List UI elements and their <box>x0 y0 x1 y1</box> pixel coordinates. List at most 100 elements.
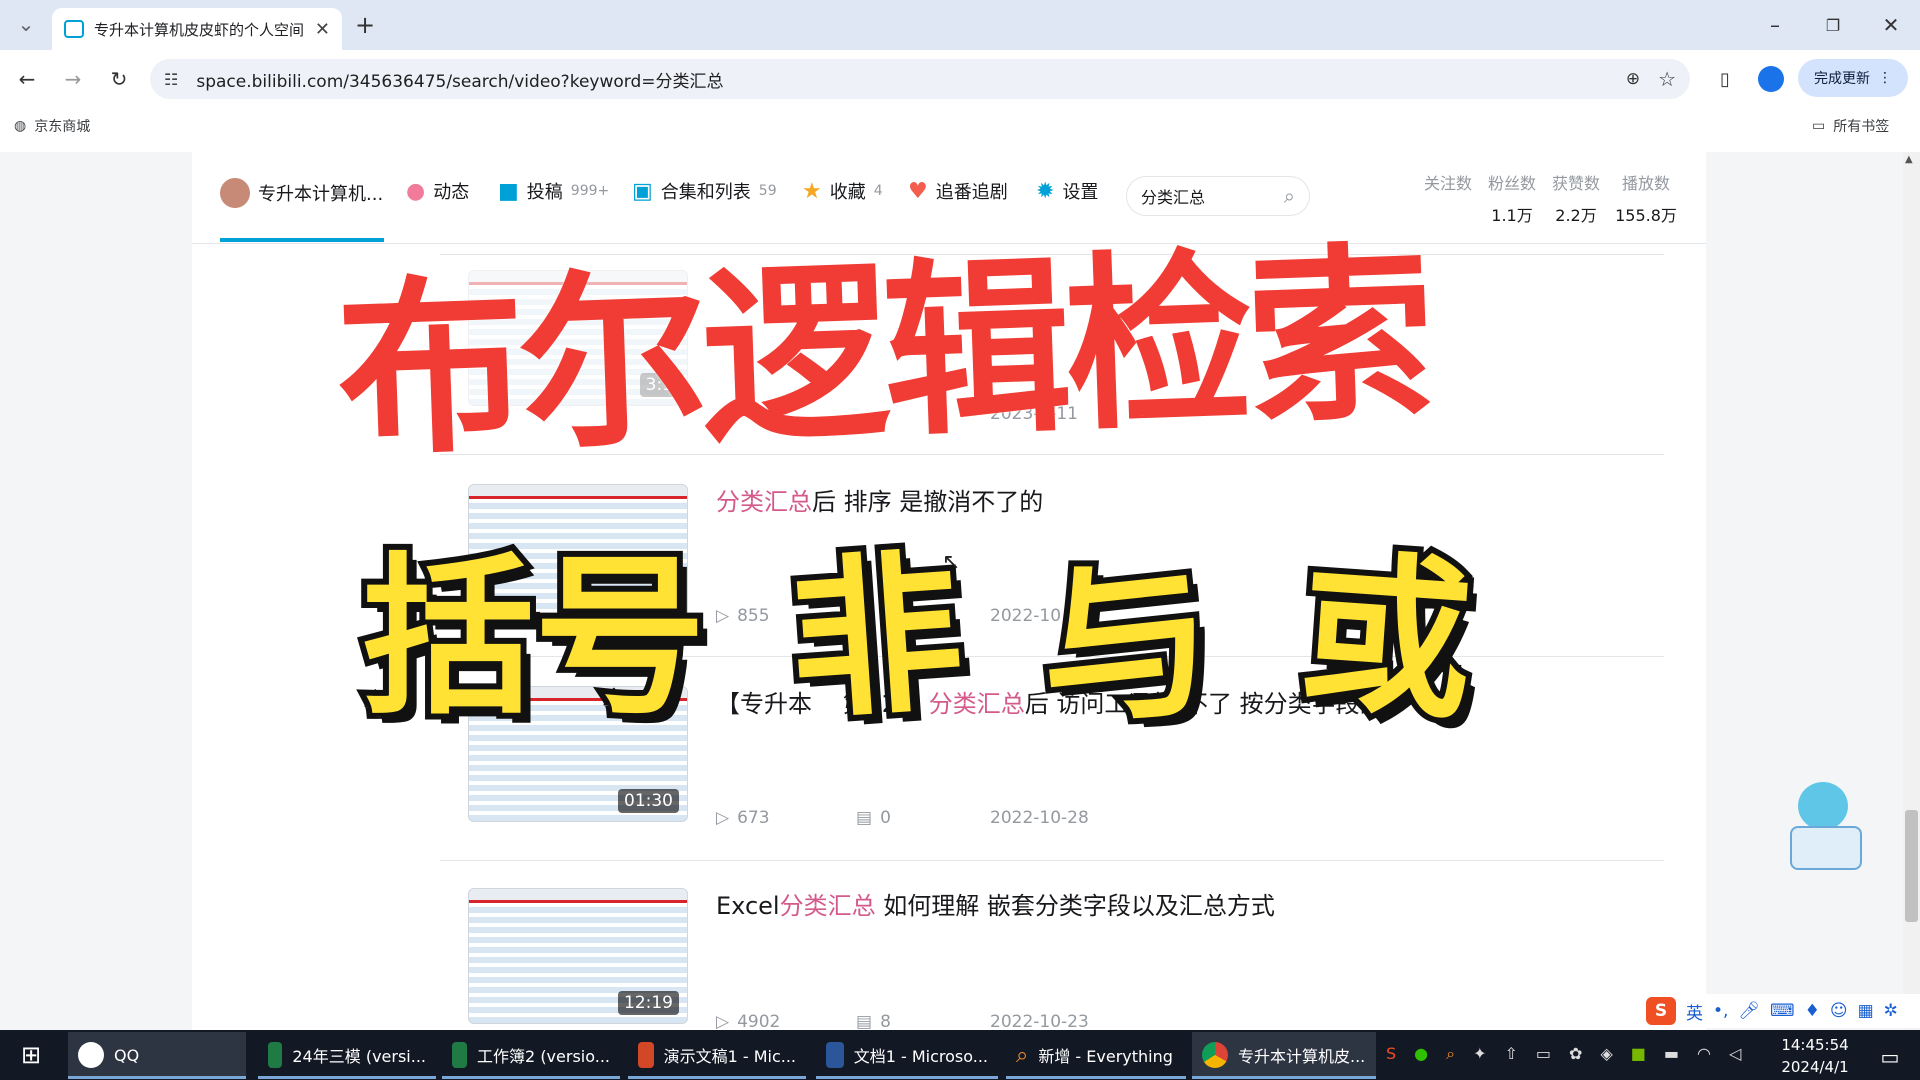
microphone-icon[interactable]: 🎤︎ <box>1738 1001 1760 1021</box>
video-date: 2022-10-28 <box>990 808 1089 828</box>
video-duration: 01:30 <box>618 789 679 813</box>
back-icon[interactable]: ← <box>12 64 42 94</box>
stat-likes[interactable]: 获赞数 2.2万 <box>1546 170 1606 226</box>
bookmarks-bar <box>0 106 1920 144</box>
chat-icon[interactable]: ☺︎ <box>1830 1001 1848 1021</box>
all-bookmarks[interactable]: ▭ 所有书签 <box>1812 116 1889 136</box>
shield-icon[interactable]: ◈ <box>1600 1044 1612 1064</box>
taskbar-item-qq[interactable]: QQ <box>68 1032 246 1078</box>
bookmark-label: 京东商城 <box>34 119 91 135</box>
video-title[interactable]: Excel分类汇总 如何理解 嵌套分类字段以及汇总方式 <box>716 886 1275 921</box>
battery-icon[interactable]: ▬ <box>1664 1044 1679 1064</box>
chrome-icon <box>1202 1042 1228 1068</box>
nav-collection-label: 合集和列表 <box>660 182 751 203</box>
profile-avatar[interactable] <box>1758 66 1784 92</box>
title-prefix: Excel <box>716 892 780 920</box>
wechat-icon[interactable]: ● <box>1414 1044 1428 1064</box>
plays-count: 673 <box>737 808 770 828</box>
video-thumbnail[interactable]: 12:19 <box>468 888 688 1024</box>
clock-date: 2024/4/1 <box>1781 1058 1849 1076</box>
nav-home[interactable]: 专升本计算机... <box>220 178 383 208</box>
minimize-icon[interactable]: – <box>1760 10 1790 40</box>
scrollbar-thumb[interactable] <box>1905 810 1918 922</box>
nvidia-icon[interactable]: ■ <box>1631 1044 1646 1064</box>
stat-label: 播放数 <box>1621 174 1670 193</box>
reload-icon[interactable]: ↻ <box>104 64 134 94</box>
windows-icon: ⊞ <box>20 1041 42 1069</box>
scroll-up-arrow-icon[interactable]: ▲ <box>1905 154 1913 165</box>
taskbar-item-powerpoint[interactable]: 演示文稿1 - Mic... <box>628 1032 806 1078</box>
video-title[interactable]: 分类汇总后 排序 是撤消不了的 <box>716 482 1043 517</box>
tab-search-icon[interactable]: ⌄ <box>12 10 40 38</box>
skin-icon[interactable]: ♦ <box>1805 1001 1820 1021</box>
bookmark-jd[interactable]: ◍ 京东商城 <box>14 116 90 136</box>
active-indicator <box>1192 1076 1376 1079</box>
taskbar-item-chrome[interactable]: 专升本计算机皮... <box>1192 1032 1376 1078</box>
taskbar-item-everything[interactable]: ⌕ 新增 - Everything <box>1006 1032 1186 1078</box>
site-info-icon[interactable]: ☷ <box>164 70 178 89</box>
window-close-icon[interactable]: ✕ <box>1876 10 1906 40</box>
video-plays: ▷ 4902 <box>716 1012 780 1032</box>
taskbar-label: 演示文稿1 - Mic... <box>663 1047 796 1066</box>
list-divider <box>440 860 1664 861</box>
notification-icon[interactable]: ▭ <box>1870 1040 1910 1074</box>
ime-toolbar[interactable]: S 英 •, 🎤︎ ⌨︎ ♦ ☺︎ ▦ ✲ <box>1638 994 1920 1028</box>
forward-icon[interactable]: → <box>58 64 88 94</box>
side-panel-icon[interactable]: ▯ <box>1710 64 1740 94</box>
url-text[interactable]: space.bilibili.com/345636475/search/vide… <box>196 67 1607 92</box>
all-bookmarks-label: 所有书签 <box>1833 119 1890 135</box>
monitor-icon[interactable]: ▭ <box>1536 1044 1551 1064</box>
nav-favorites[interactable]: ★ 收藏 4 <box>802 178 883 204</box>
start-button[interactable]: ⊞ <box>6 1032 56 1078</box>
ime-mode[interactable]: 英 <box>1686 999 1703 1024</box>
overlay-word-parentheses: 括号 <box>356 537 712 738</box>
address-bar[interactable]: ☷ space.bilibili.com/345636475/search/vi… <box>150 59 1690 99</box>
upload-tray-icon[interactable]: ⇧ <box>1505 1044 1518 1064</box>
taskbar-item-excel-1[interactable]: 24年三模 (versi... <box>258 1032 436 1078</box>
sogou-tray-icon[interactable]: S <box>1386 1044 1396 1064</box>
keyboard-icon[interactable]: ⌨︎ <box>1770 1001 1795 1021</box>
restore-icon[interactable]: ❐ <box>1818 10 1848 40</box>
mouse-cursor-icon: ↖ <box>942 550 961 575</box>
nav-favorites-count: 4 <box>873 183 883 199</box>
apps-icon[interactable]: ▦ <box>1858 1001 1874 1021</box>
close-tab-icon[interactable]: ✕ <box>315 19 330 40</box>
ime-settings-icon[interactable]: ✲ <box>1884 1001 1898 1021</box>
search-tray-icon[interactable]: ⌕ <box>1446 1044 1455 1064</box>
mascot-head-icon <box>1798 782 1848 830</box>
punctuation-icon[interactable]: •, <box>1713 1001 1728 1021</box>
play-icon: ▷ <box>716 1012 730 1032</box>
tab-title: 专升本计算机皮皮虾的个人空间 <box>94 20 305 39</box>
nav-upload-label: 投稿 <box>526 182 563 203</box>
taskbar-item-excel-2[interactable]: 工作簿2 (versio... <box>442 1032 620 1078</box>
wifi-icon[interactable]: ◠ <box>1697 1044 1711 1064</box>
excel-icon <box>452 1042 468 1068</box>
video-plays: ▷ 855 <box>716 606 770 626</box>
nav-collection[interactable]: ▣ 合集和列表 59 <box>632 178 777 204</box>
upload-icon: ■ <box>498 178 519 204</box>
system-tray[interactable]: S ● ⌕ ✦ ⇧ ▭ ✿ ◈ ■ ▬ ◠ ◁ <box>1386 1044 1741 1064</box>
taskbar-item-word[interactable]: 文档1 - Microso... <box>816 1032 998 1078</box>
date-text: 2022-10-23 <box>990 1012 1089 1032</box>
thumb-header <box>469 485 687 499</box>
play-icon: ▷ <box>716 808 730 828</box>
taskbar-label: QQ <box>114 1045 140 1065</box>
bear-icon[interactable]: ✿ <box>1569 1044 1582 1064</box>
active-indicator <box>816 1076 998 1079</box>
nav-upload[interactable]: ■ 投稿 999+ <box>498 178 609 204</box>
bookmark-star-icon[interactable]: ☆ <box>1658 67 1676 91</box>
nav-dynamic[interactable]: ● 动态 <box>406 178 469 204</box>
title-keyword: 分类汇总 <box>716 488 812 516</box>
browser-tab[interactable]: 专升本计算机皮皮虾的个人空间 ✕ <box>52 8 342 50</box>
pin-icon[interactable]: ✦ <box>1473 1044 1486 1064</box>
zoom-icon[interactable]: ⊕ <box>1626 69 1640 89</box>
stat-plays[interactable]: 播放数 155.8万 <box>1610 170 1682 226</box>
mascot-widget[interactable] <box>1788 782 1868 882</box>
system-clock[interactable]: 14:45:54 2024/4/1 <box>1760 1034 1870 1078</box>
update-button[interactable]: 完成更新 ⋮ <box>1798 59 1908 97</box>
volume-icon[interactable]: ◁ <box>1729 1044 1741 1064</box>
title-keyword: 分类汇总 <box>779 892 876 920</box>
clock-time: 14:45:54 <box>1781 1036 1849 1054</box>
new-tab-icon[interactable]: + <box>350 10 380 40</box>
video-date: 2022-10-23 <box>990 1012 1089 1032</box>
